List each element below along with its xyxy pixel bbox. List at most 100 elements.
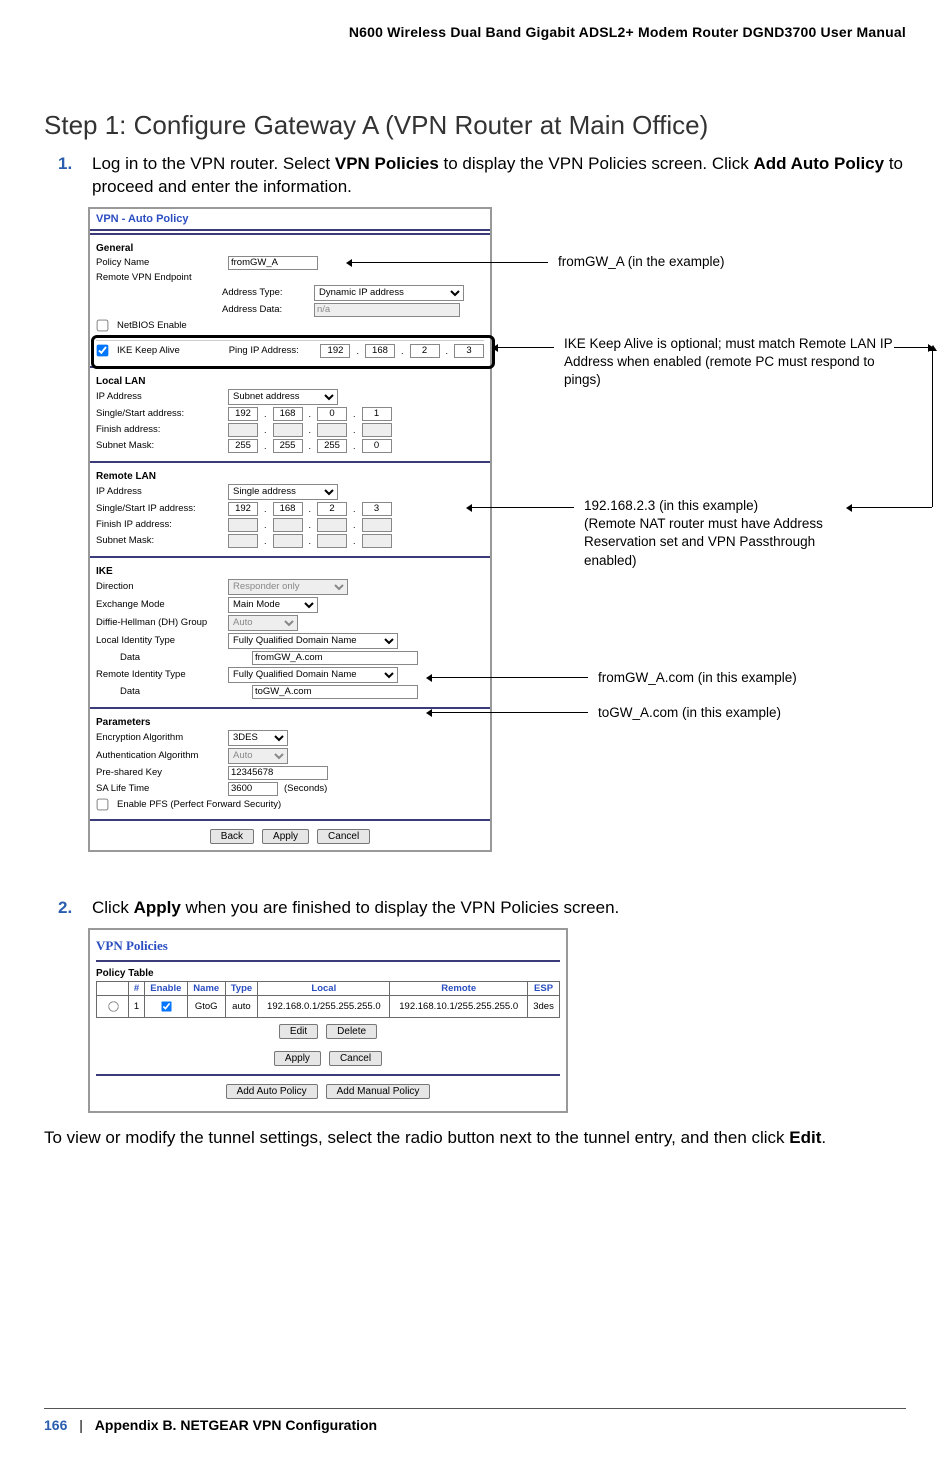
row-name: GtoG xyxy=(187,995,225,1017)
row-enable-checkbox[interactable] xyxy=(161,1001,171,1011)
separator: | xyxy=(79,1417,83,1433)
remote-mask-2 xyxy=(273,534,303,548)
emphasis: Add Auto Policy xyxy=(753,154,884,173)
remote-mask-3 xyxy=(317,534,347,548)
col-blank xyxy=(97,981,129,995)
addr-data-label: Address Data: xyxy=(222,304,308,315)
addr-type-label: Address Type: xyxy=(222,287,308,298)
arrow-icon xyxy=(428,712,588,713)
remote-fin-1 xyxy=(228,518,258,532)
policy-table-label: Policy Table xyxy=(96,968,560,979)
local-ss-3[interactable] xyxy=(317,407,347,421)
text: . xyxy=(821,1128,826,1147)
local-fin-3 xyxy=(317,423,347,437)
step-1-number: 1. xyxy=(58,153,78,199)
remote-mask-4 xyxy=(362,534,392,548)
highlight-box xyxy=(91,335,495,369)
table-row: 1 GtoG auto 192.168.0.1/255.255.255.0 19… xyxy=(97,995,560,1017)
step-2-number: 2. xyxy=(58,897,78,920)
rit-data-input[interactable] xyxy=(252,685,418,699)
local-ss-1[interactable] xyxy=(228,407,258,421)
arrow-icon xyxy=(428,677,588,678)
local-fin-label: Finish address: xyxy=(96,424,222,435)
section-ike: IKE xyxy=(96,566,484,577)
remote-ss-4[interactable] xyxy=(362,502,392,516)
local-mask-2[interactable] xyxy=(273,439,303,453)
addr-type-select[interactable]: Dynamic IP address xyxy=(314,285,464,301)
local-ss-label: Single/Start address: xyxy=(96,408,222,419)
row-radio[interactable] xyxy=(108,1001,118,1011)
psk-input[interactable] xyxy=(228,766,328,780)
callout-ike-keepalive: IKE Keep Alive is optional; must match R… xyxy=(564,335,894,390)
col-esp: ESP xyxy=(528,981,560,995)
vpn-auto-policy-window: VPN - Auto Policy General Policy Name Re… xyxy=(88,207,492,852)
callout-policy-name: fromGW_A (in the example) xyxy=(558,253,725,271)
section-parameters: Parameters xyxy=(96,717,484,728)
delete-button[interactable]: Delete xyxy=(326,1024,377,1039)
figure-vpn-auto-policy: VPN - Auto Policy General Policy Name Re… xyxy=(88,207,906,887)
remote-ss-2[interactable] xyxy=(273,502,303,516)
local-fin-2 xyxy=(273,423,303,437)
arrow-icon xyxy=(494,347,554,348)
remote-ss-1[interactable] xyxy=(228,502,258,516)
edit-button[interactable]: Edit xyxy=(279,1024,318,1039)
remote-fin-3 xyxy=(317,518,347,532)
step-2: 2. Click Apply when you are finished to … xyxy=(58,897,906,920)
addr-data-input xyxy=(314,303,460,317)
local-ip-label: IP Address xyxy=(96,391,222,402)
row-remote: 192.168.10.1/255.255.255.0 xyxy=(390,995,528,1017)
step-2-text: Click Apply when you are finished to dis… xyxy=(92,897,619,920)
appendix-label: Appendix B. NETGEAR VPN Configuration xyxy=(95,1417,377,1433)
rit-select[interactable]: Fully Qualified Domain Name xyxy=(228,667,398,683)
arrow-icon xyxy=(468,507,574,508)
apply-button[interactable]: Apply xyxy=(274,1051,321,1066)
add-auto-policy-button[interactable]: Add Auto Policy xyxy=(226,1084,318,1099)
row-esp: 3des xyxy=(528,995,560,1017)
col-num: # xyxy=(129,981,144,995)
policy-name-input[interactable] xyxy=(228,256,318,270)
local-type-select[interactable]: Subnet address xyxy=(228,389,338,405)
lit-data-label: Data xyxy=(96,652,246,663)
pfs-checkbox[interactable] xyxy=(97,799,109,811)
local-ss-2[interactable] xyxy=(273,407,303,421)
col-enable: Enable xyxy=(144,981,187,995)
remote-mask-label: Subnet Mask: xyxy=(96,535,222,546)
back-button[interactable]: Back xyxy=(210,829,254,844)
section-general: General xyxy=(96,243,484,254)
local-mask-3[interactable] xyxy=(317,439,347,453)
rit-label: Remote Identity Type xyxy=(96,669,222,680)
local-fin-1 xyxy=(228,423,258,437)
local-mask-4[interactable] xyxy=(362,439,392,453)
sa-input[interactable] xyxy=(228,782,278,796)
col-remote: Remote xyxy=(390,981,528,995)
direction-label: Direction xyxy=(96,581,222,592)
cancel-button[interactable]: Cancel xyxy=(329,1051,382,1066)
exchange-select[interactable]: Main Mode xyxy=(228,597,318,613)
remote-ss-3[interactable] xyxy=(317,502,347,516)
arrow-icon xyxy=(848,507,932,508)
add-manual-policy-button[interactable]: Add Manual Policy xyxy=(326,1084,431,1099)
remote-ss-label: Single/Start IP address: xyxy=(96,503,222,514)
local-ss-4[interactable] xyxy=(362,407,392,421)
local-mask-1[interactable] xyxy=(228,439,258,453)
auth-select: Auto xyxy=(228,748,288,764)
remote-endpoint-label: Remote VPN Endpoint xyxy=(96,272,222,283)
netbios-checkbox[interactable] xyxy=(97,320,109,332)
direction-select: Responder only xyxy=(228,579,348,595)
local-fin-4 xyxy=(362,423,392,437)
remote-type-select[interactable]: Single address xyxy=(228,484,338,500)
apply-button[interactable]: Apply xyxy=(262,829,309,844)
pfs-label: Enable PFS (Perfect Forward Security) xyxy=(117,799,281,810)
cancel-button[interactable]: Cancel xyxy=(317,829,370,844)
step-1: 1. Log in to the VPN router. Select VPN … xyxy=(58,153,906,199)
auth-label: Authentication Algorithm xyxy=(96,750,222,761)
callout-remote-ip: 192.168.2.3 (in this example) (Remote NA… xyxy=(584,497,844,570)
lit-data-input[interactable] xyxy=(252,651,418,665)
row-type: auto xyxy=(225,995,258,1017)
exchange-label: Exchange Mode xyxy=(96,599,222,610)
col-local: Local xyxy=(258,981,390,995)
col-name: Name xyxy=(187,981,225,995)
lit-select[interactable]: Fully Qualified Domain Name xyxy=(228,633,398,649)
remote-fin-2 xyxy=(273,518,303,532)
enc-select[interactable]: 3DES xyxy=(228,730,288,746)
